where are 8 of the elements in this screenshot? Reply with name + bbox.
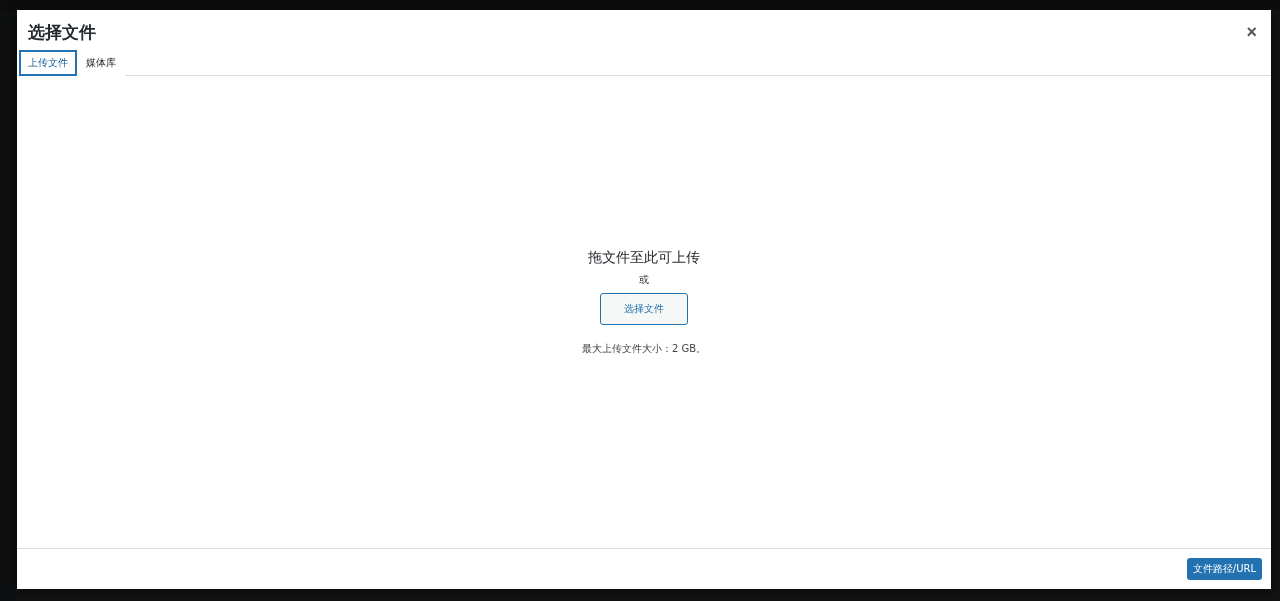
- or-text: 或: [639, 272, 649, 287]
- dialog-title: 选择文件: [28, 20, 96, 44]
- select-file-button[interactable]: 选择文件: [600, 292, 688, 325]
- tab[interactable]: 上传文件: [19, 50, 77, 76]
- file-url-button[interactable]: 文件路径/URL: [1186, 558, 1262, 580]
- drop-heading: 拖文件至此可上传: [588, 248, 700, 267]
- close-button[interactable]: ×: [1242, 21, 1261, 43]
- max-size-text: 最大上传文件大小：2 GB。: [581, 341, 707, 356]
